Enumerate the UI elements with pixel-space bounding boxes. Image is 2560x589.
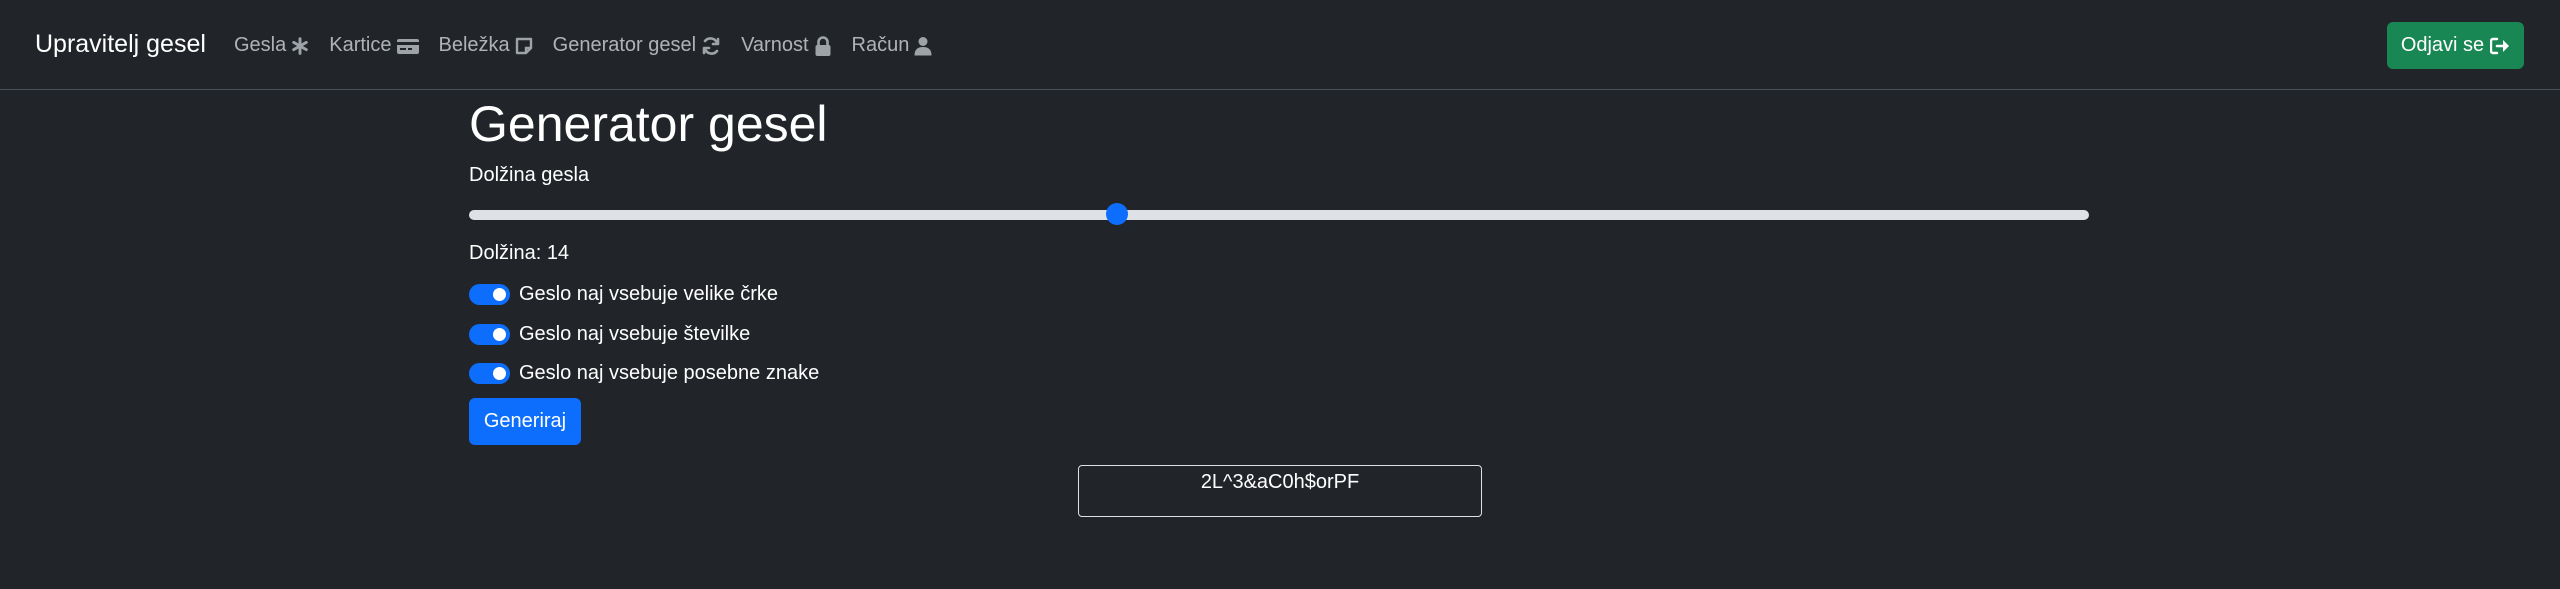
generated-password-output[interactable]: 2L^3&aC0h$orPF <box>1078 465 1482 517</box>
page-title: Generator gesel <box>469 96 828 152</box>
length-slider-thumb[interactable] <box>1106 203 1128 225</box>
nav-item-label: Kartice <box>329 34 392 56</box>
option-uppercase[interactable]: Geslo naj vsebuje velike črke <box>469 283 778 306</box>
logout-label: Odjavi se <box>2400 34 2485 56</box>
nav-item-label: Generator gesel <box>552 34 697 56</box>
lock-icon <box>815 35 831 56</box>
sticky-note-icon <box>515 37 532 54</box>
nav-item-racun[interactable]: Račun <box>852 34 933 57</box>
nav-item-generator-gesel[interactable]: Generator gesel <box>553 34 721 57</box>
nav-item-belezka[interactable]: Beležka <box>439 34 533 57</box>
length-label: Dolžina gesla <box>469 164 590 186</box>
nav-item-kartice[interactable]: Kartice <box>329 34 419 57</box>
nav-item-label: Gesla <box>234 34 287 56</box>
special-chars-toggle[interactable] <box>469 363 510 384</box>
credit-card-icon <box>396 38 419 54</box>
nav-item-label: Beležka <box>438 34 510 56</box>
option-label: Geslo naj vsebuje posebne znake <box>519 362 820 384</box>
asterisk-icon <box>292 36 309 55</box>
sign-out-icon <box>2490 37 2510 54</box>
nav-item-gesla[interactable]: Gesla <box>234 34 309 57</box>
option-numbers[interactable]: Geslo naj vsebuje številke <box>469 323 750 346</box>
length-value: Dolžina: 14 <box>469 242 570 264</box>
option-special-chars[interactable]: Geslo naj vsebuje posebne znake <box>469 362 819 385</box>
option-label: Geslo naj vsebuje številke <box>519 323 751 345</box>
option-label: Geslo naj vsebuje velike črke <box>519 283 779 305</box>
nav-item-label: Račun <box>851 34 910 56</box>
numbers-toggle[interactable] <box>469 324 510 345</box>
nav-item-label: Varnost <box>741 34 809 56</box>
navbar-brand[interactable]: Upravitelj gesel <box>35 30 206 59</box>
logout-button[interactable]: Odjavi se <box>2387 22 2524 69</box>
user-icon <box>914 36 932 55</box>
navbar: Upravitelj gesel Gesla Kartice Beležka G… <box>0 0 2560 90</box>
uppercase-toggle[interactable] <box>469 284 510 305</box>
nav-links: Gesla Kartice Beležka Generator gesel Va… <box>234 34 952 57</box>
length-slider-track[interactable] <box>469 210 2089 220</box>
generate-button[interactable]: Generiraj <box>469 398 581 445</box>
nav-item-varnost[interactable]: Varnost <box>741 34 831 57</box>
sync-icon <box>702 36 720 55</box>
